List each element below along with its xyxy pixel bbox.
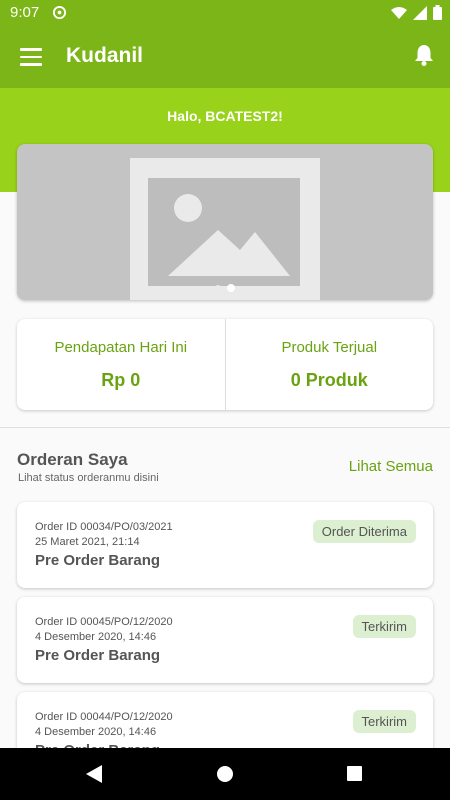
home-icon[interactable] — [217, 766, 233, 782]
greeting: Halo, BCATEST2! — [167, 108, 283, 124]
order-card[interactable]: Order ID 00034/PO/03/2021 25 Maret 2021,… — [17, 502, 433, 588]
order-status-badge: Order Diterima — [312, 520, 416, 543]
order-date: 25 Maret 2021, 21:14 — [35, 536, 140, 548]
carousel-dot-active[interactable] — [227, 284, 235, 292]
see-all-link[interactable]: Lihat Semua — [349, 458, 433, 475]
app-title: Kudanil — [66, 44, 143, 67]
order-id: Order ID 00044/PO/12/2020 — [35, 711, 173, 723]
order-status-badge: Terkirim — [352, 615, 416, 638]
signal-icon — [413, 5, 427, 25]
order-status-badge: Terkirim — [352, 710, 416, 733]
status-time: 9:07 — [10, 4, 40, 21]
income-value: Rp 0 — [101, 370, 141, 390]
sold-stat: Produk Terjual 0 Produk — [224, 319, 434, 410]
bell-icon[interactable] — [414, 44, 434, 71]
status-bar: 9:07 — [0, 0, 450, 26]
order-date: 4 Desember 2020, 14:46 — [35, 726, 157, 738]
back-icon[interactable] — [86, 765, 102, 788]
image-placeholder-icon — [130, 158, 320, 300]
order-id: Order ID 00045/PO/12/2020 — [35, 616, 173, 628]
carousel-dots — [17, 284, 433, 292]
wifi-icon — [391, 6, 407, 25]
banner-carousel[interactable] — [17, 144, 433, 300]
order-card[interactable]: Order ID 00045/PO/12/2020 4 Desember 202… — [17, 597, 433, 683]
sold-label: Produk Terjual — [281, 339, 378, 356]
orders-title: Orderan Saya — [17, 450, 128, 469]
sold-value: 0 Produk — [290, 370, 368, 390]
order-type: Pre Order Barang — [35, 552, 161, 569]
order-date: 4 Desember 2020, 14:46 — [35, 631, 157, 643]
orders-subtitle: Lihat status orderanmu disini — [18, 472, 159, 484]
order-type: Pre Order Barang — [35, 647, 161, 664]
section-divider — [0, 427, 450, 428]
income-stat: Pendapatan Hari Ini Rp 0 — [17, 319, 225, 410]
battery-icon — [433, 5, 442, 25]
system-nav-bar — [0, 748, 450, 800]
carousel-dot[interactable] — [215, 285, 221, 291]
stats-card: Pendapatan Hari Ini Rp 0 Produk Terjual … — [17, 319, 433, 410]
data-saver-icon — [52, 5, 67, 25]
recents-icon[interactable] — [347, 766, 362, 781]
menu-icon[interactable] — [20, 48, 42, 66]
order-id: Order ID 00034/PO/03/2021 — [35, 521, 173, 533]
income-label: Pendapatan Hari Ini — [54, 339, 188, 356]
app-bar: Kudanil — [0, 26, 450, 88]
